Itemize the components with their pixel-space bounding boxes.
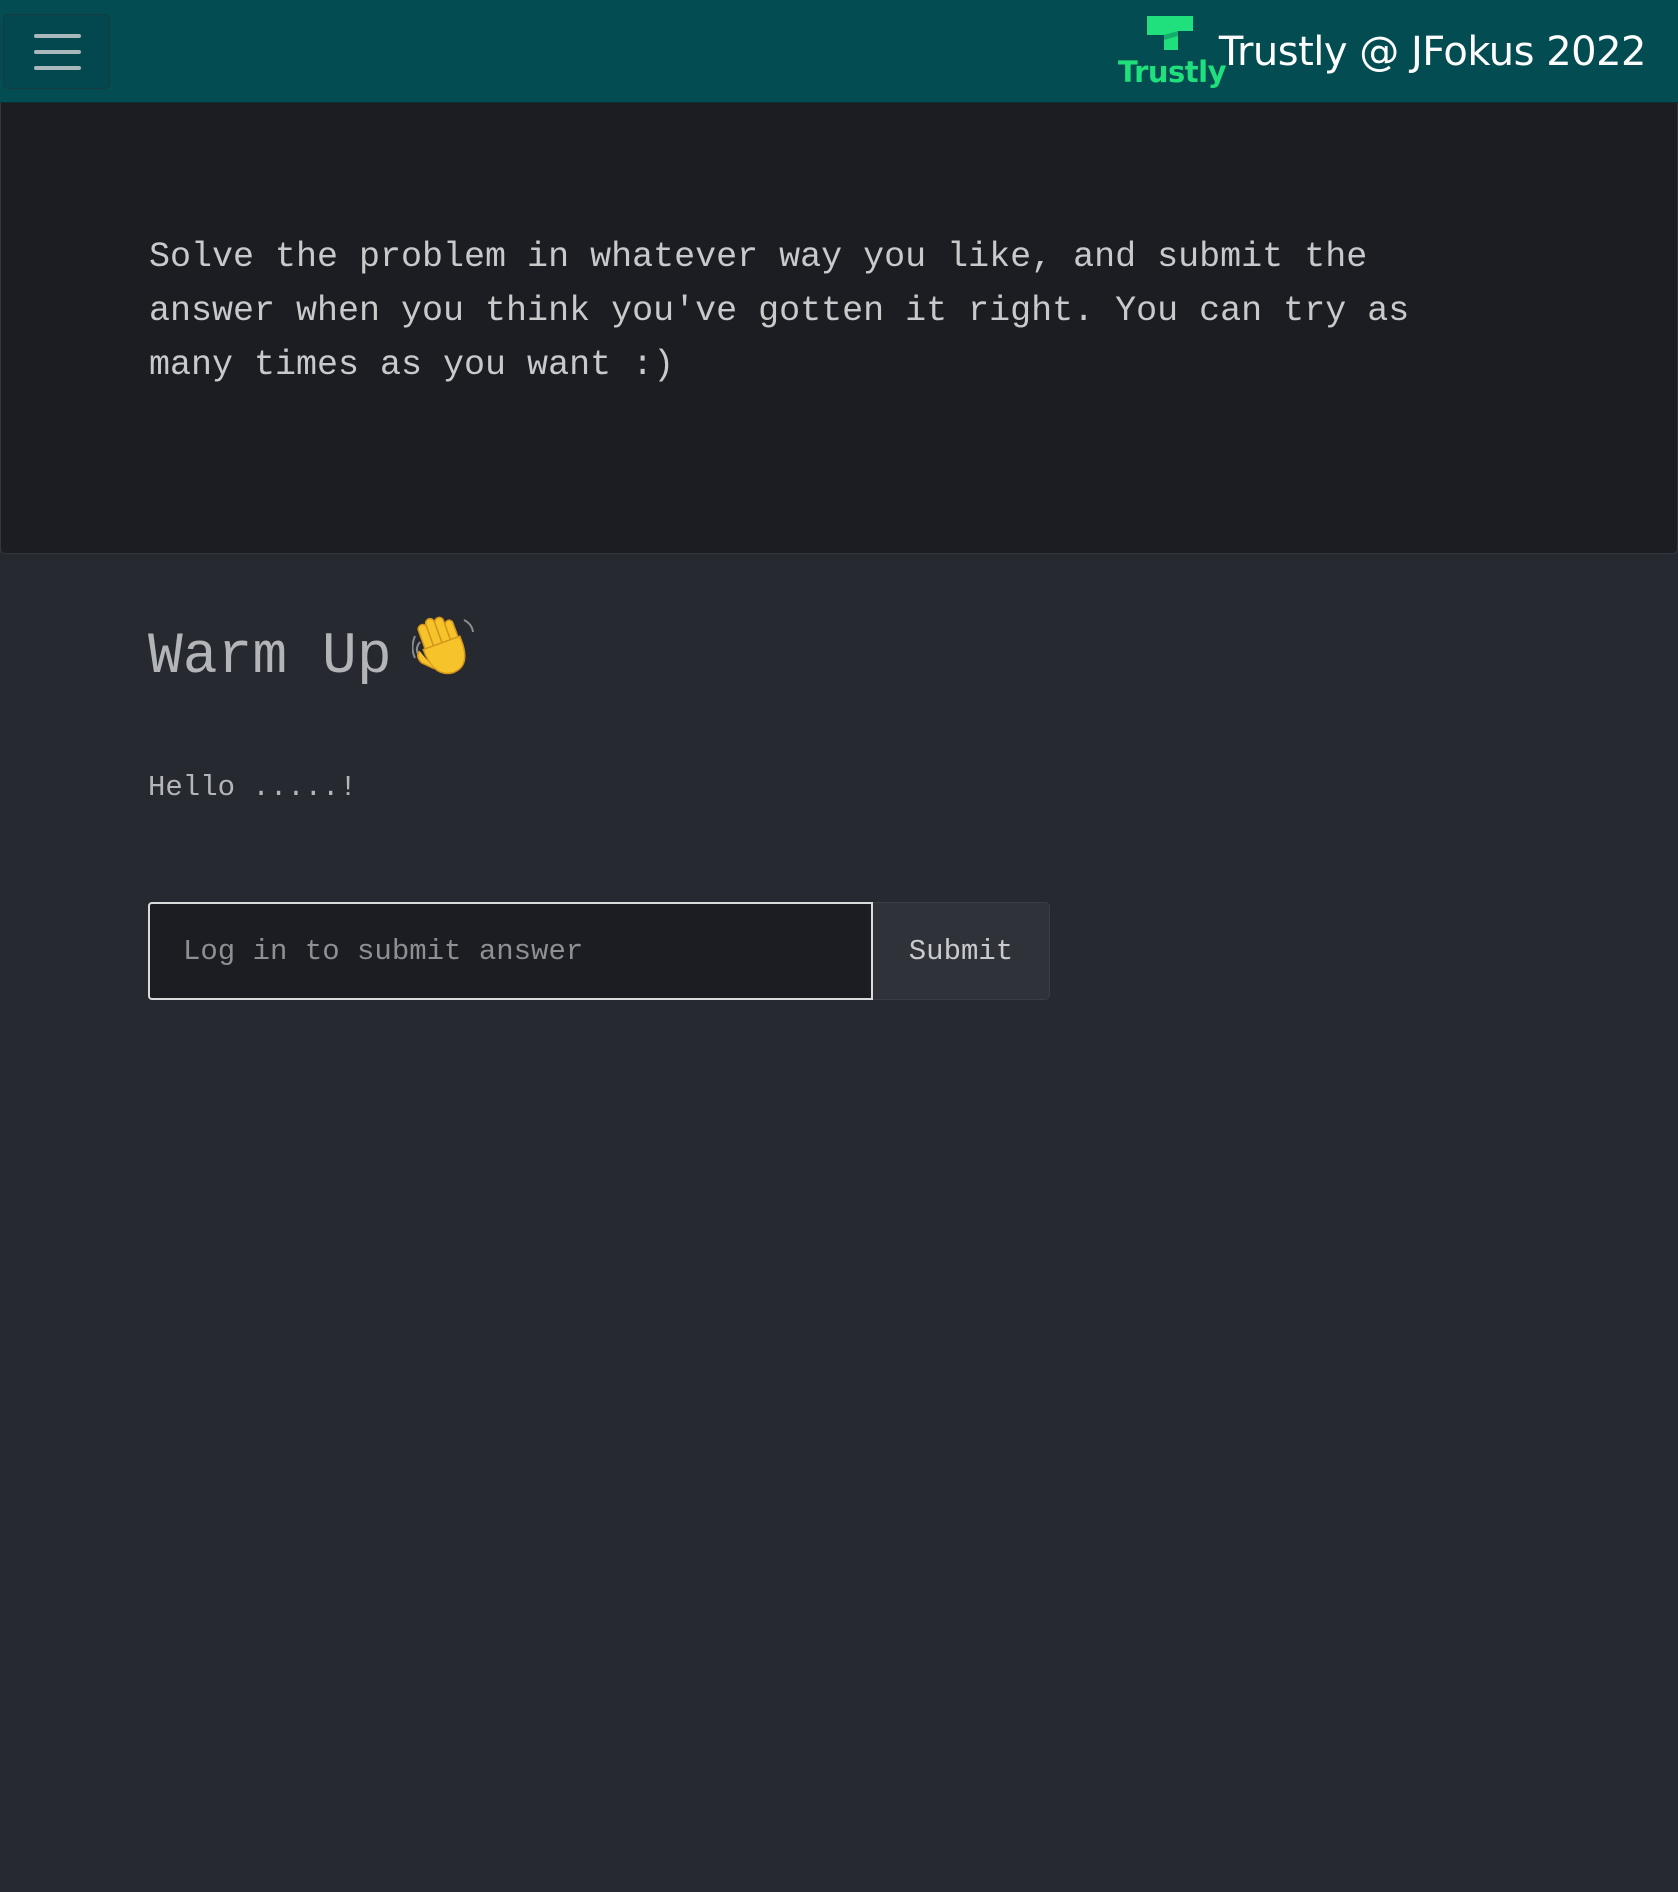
- intro-panel: Solve the problem in whatever way you li…: [0, 103, 1678, 554]
- trustly-logo[interactable]: Trustly: [1118, 14, 1227, 92]
- hamburger-menu-icon-bar: [34, 66, 81, 70]
- answer-input[interactable]: [148, 902, 873, 1000]
- site-title[interactable]: Trustly @ JFokus 2022: [1219, 24, 1647, 80]
- submit-button[interactable]: Submit: [873, 902, 1050, 1000]
- logo-text: Trustly: [1118, 55, 1227, 89]
- problem-body: Hello .....!: [148, 771, 357, 804]
- trustly-logo-icon: [1147, 16, 1193, 50]
- intro-text: Solve the problem in whatever way you li…: [149, 237, 1410, 385]
- menu-toggle-button[interactable]: [3, 14, 110, 89]
- problem-title: Warm Up: [148, 612, 478, 700]
- top-navbar: Trustly Trustly @ JFokus 2022: [0, 0, 1678, 103]
- hamburger-menu-icon: [34, 34, 81, 38]
- problem-title-text: Warm Up: [148, 625, 392, 690]
- waving-hand-icon: [411, 616, 474, 675]
- hamburger-menu-icon-bar: [34, 50, 81, 54]
- answer-form: Submit: [148, 902, 1050, 1000]
